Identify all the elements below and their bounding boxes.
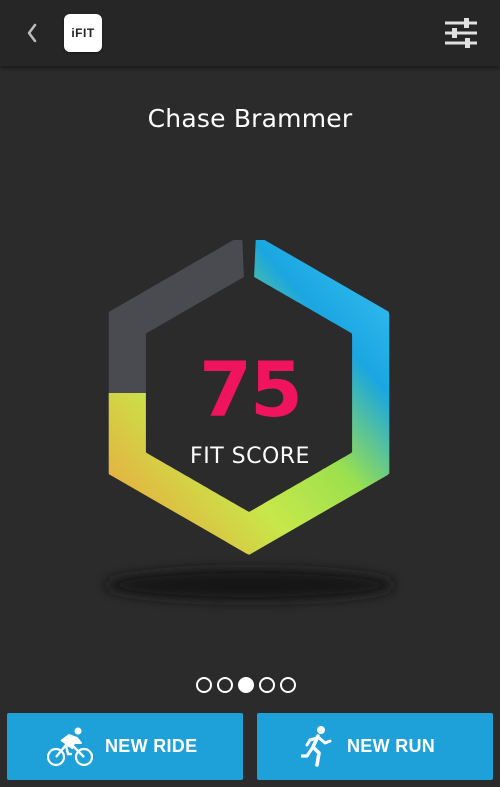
page-dot[interactable] xyxy=(280,677,296,693)
page-dot[interactable] xyxy=(196,677,212,693)
page-dot[interactable] xyxy=(217,677,233,693)
chevron-left-icon xyxy=(27,23,37,43)
runner-icon xyxy=(301,725,332,767)
settings-button[interactable] xyxy=(440,14,482,52)
new-run-button[interactable]: NEW RUN xyxy=(257,713,493,780)
new-ride-label: NEW RIDE xyxy=(105,736,198,756)
hexagon-shadow xyxy=(105,569,395,601)
sliders-icon xyxy=(445,18,477,48)
new-run-label: NEW RUN xyxy=(347,736,436,756)
page-indicator xyxy=(196,677,296,693)
page-dot[interactable] xyxy=(238,677,254,693)
logo-text: iFIT xyxy=(71,26,95,40)
cyclist-icon xyxy=(47,727,93,766)
user-name: Chase Brammer xyxy=(147,104,353,133)
fit-score-value: 75 xyxy=(199,345,303,434)
page-dot[interactable] xyxy=(259,677,275,693)
new-ride-button[interactable]: NEW RIDE xyxy=(7,713,243,780)
top-bar: iFIT xyxy=(0,0,500,66)
fit-score-label: FIT SCORE xyxy=(190,444,310,469)
ifit-logo[interactable]: iFIT xyxy=(64,14,102,52)
app-screen: iFIT Chase Brammer 75 FIT SCORE NEW RIDE… xyxy=(0,0,500,787)
back-button[interactable] xyxy=(16,17,48,49)
